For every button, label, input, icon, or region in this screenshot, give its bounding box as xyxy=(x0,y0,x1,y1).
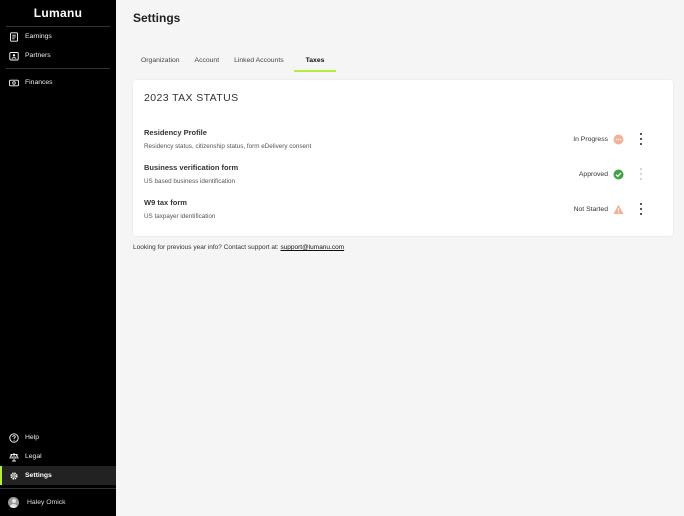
tab-linked-accounts[interactable]: Linked Accounts xyxy=(229,52,289,72)
support-email-link[interactable]: support@lumanu.com xyxy=(280,244,344,251)
avatar xyxy=(8,497,19,508)
sidebar-item-label: Earnings xyxy=(25,33,52,40)
cash-icon xyxy=(9,78,19,88)
support-note: Looking for previous year info? Contact … xyxy=(133,244,344,251)
main-content: Settings Organization Account Linked Acc… xyxy=(116,0,684,516)
app-logo[interactable]: Lumanu xyxy=(0,0,116,26)
status-text: Not Started xyxy=(573,206,608,213)
sidebar-item-label: Help xyxy=(25,434,39,441)
user-name: Haley Omick xyxy=(27,499,66,506)
check-circle-icon xyxy=(613,169,624,180)
list-item: Residency Profile Residency status, citi… xyxy=(144,128,666,158)
tab-organization[interactable]: Organization xyxy=(136,52,185,72)
status-badge: In Progress xyxy=(573,134,624,145)
scale-icon xyxy=(9,452,19,462)
in-progress-icon xyxy=(613,134,624,145)
sidebar-divider xyxy=(6,68,110,69)
sidebar-bottom: Help Legal Settings Haley Omick xyxy=(0,428,116,516)
sidebar-item-label: Legal xyxy=(25,453,42,460)
id-card-icon xyxy=(9,51,19,61)
status-text: Approved xyxy=(578,171,608,178)
list-item: W9 tax form US taxpayer identification N… xyxy=(144,198,666,228)
status-badge: Not Started xyxy=(574,204,624,215)
tax-status-card: 2023 TAX STATUS Residency Profile Reside… xyxy=(133,80,673,236)
user-profile[interactable]: Haley Omick xyxy=(0,488,116,516)
sidebar-item-help[interactable]: Help xyxy=(0,428,116,447)
sidebar-item-label: Settings xyxy=(25,472,52,479)
support-note-text: Looking for previous year info? Contact … xyxy=(133,244,279,251)
receipt-icon xyxy=(9,31,19,42)
sidebar-item-settings[interactable]: Settings xyxy=(0,466,116,485)
sidebar: Lumanu Earnings Partners Finances Help L… xyxy=(0,0,116,516)
warning-icon xyxy=(613,204,624,215)
tab-account[interactable]: Account xyxy=(190,52,225,72)
settings-tabs: Organization Account Linked Accounts Tax… xyxy=(136,52,341,72)
more-options-button[interactable] xyxy=(637,203,645,215)
tab-taxes[interactable]: Taxes xyxy=(293,52,337,72)
gear-icon xyxy=(9,471,19,481)
status-text: In Progress xyxy=(573,136,608,143)
sidebar-item-label: Finances xyxy=(25,79,53,86)
sidebar-item-finances[interactable]: Finances xyxy=(0,73,116,92)
card-title: 2023 TAX STATUS xyxy=(144,92,239,104)
more-options-button[interactable] xyxy=(637,133,645,145)
list-item: Business verification form US based busi… xyxy=(144,163,666,193)
more-options-button[interactable] xyxy=(637,168,645,180)
sidebar-item-earnings[interactable]: Earnings xyxy=(0,27,116,46)
help-circle-icon xyxy=(9,432,19,443)
sidebar-item-partners[interactable]: Partners xyxy=(0,46,116,65)
sidebar-item-legal[interactable]: Legal xyxy=(0,447,116,466)
sidebar-item-label: Partners xyxy=(25,52,51,59)
status-badge: Approved xyxy=(579,169,624,180)
page-title: Settings xyxy=(133,11,181,25)
